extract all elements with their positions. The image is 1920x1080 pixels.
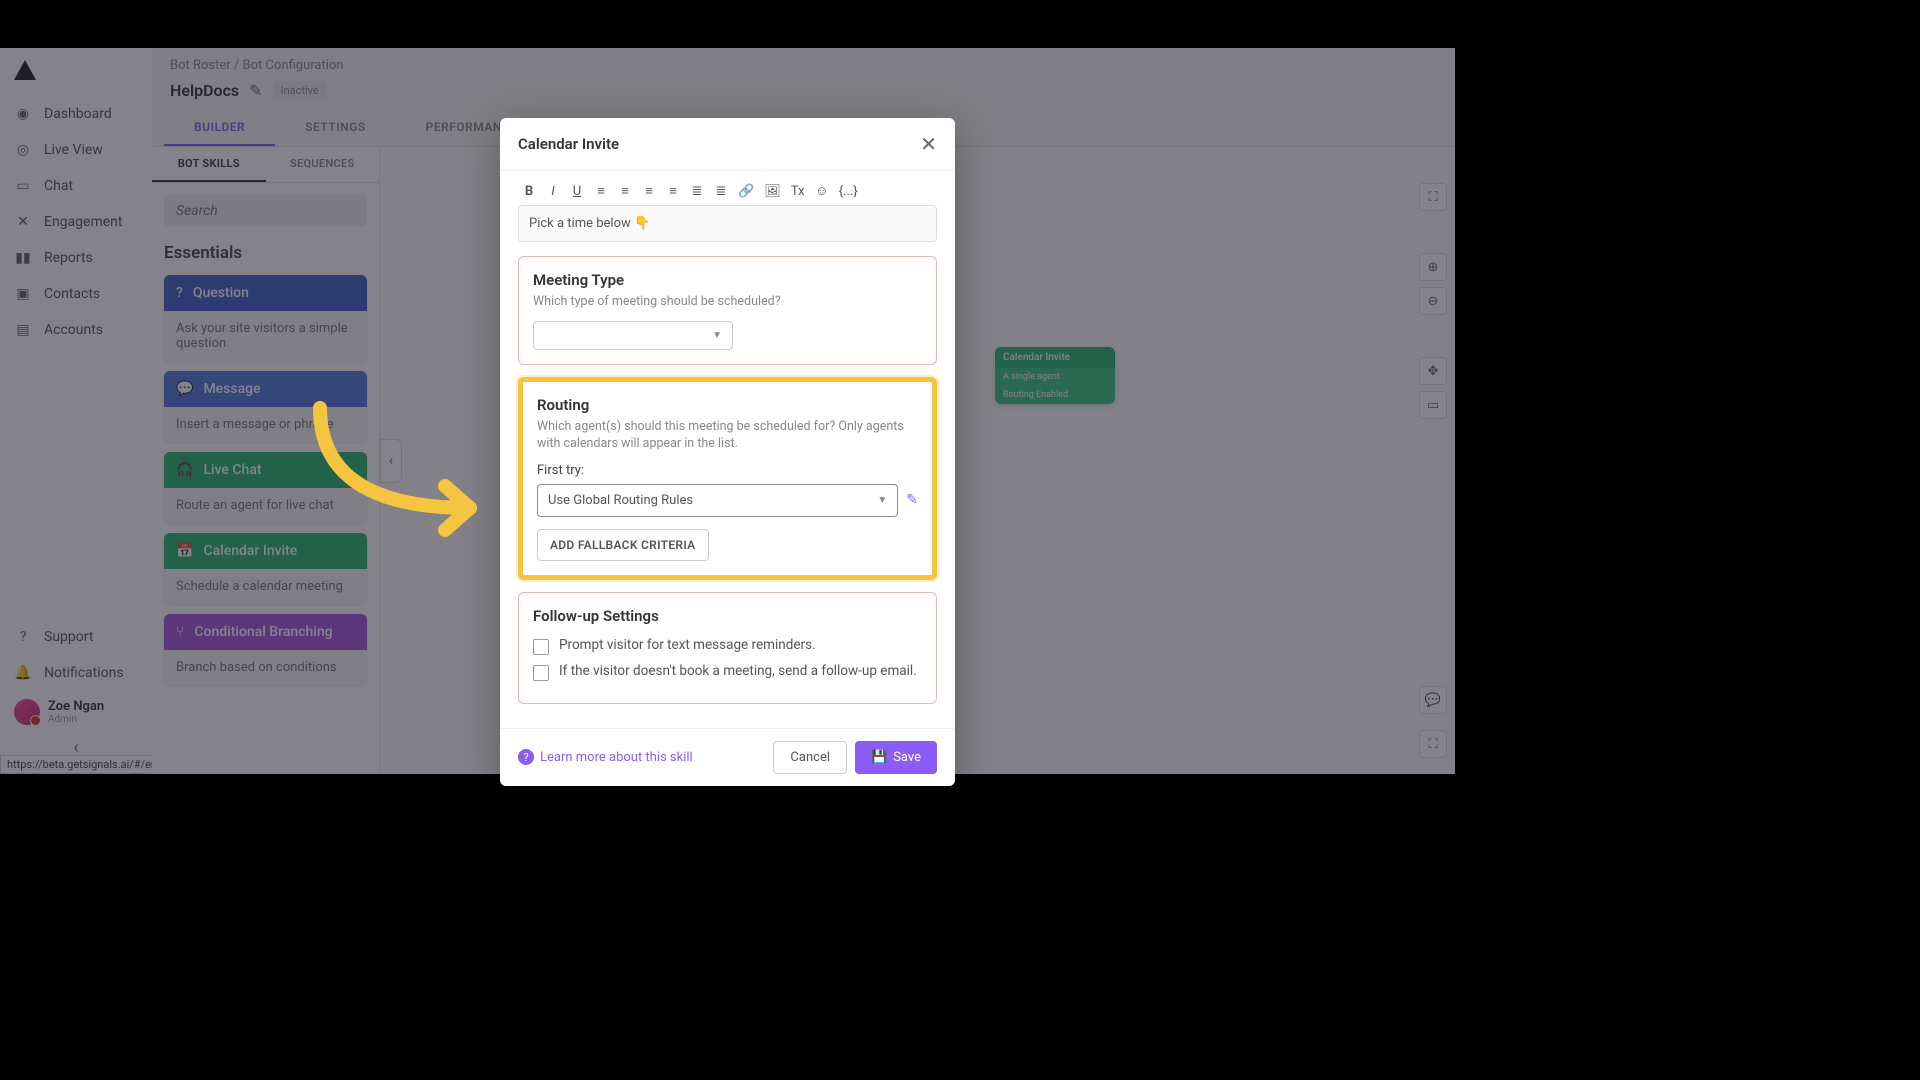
- sms-reminder-checkbox[interactable]: [533, 639, 549, 655]
- app-shell: ◉Dashboard ◎Live View ▭Chat ✕Engagement …: [0, 48, 1455, 774]
- merge-tag-icon[interactable]: {...}: [839, 184, 858, 199]
- routing-row: Use Global Routing Rules ▼ ✎: [537, 484, 918, 517]
- section-subtitle: Which agent(s) should this meeting be sc…: [537, 418, 918, 453]
- modal-title: Calendar Invite: [518, 135, 619, 153]
- link-icon[interactable]: 🔗: [738, 184, 754, 199]
- learn-more-label: Learn more about this skill: [540, 750, 693, 765]
- save-label: Save: [893, 750, 921, 765]
- modal-header: Calendar Invite ✕: [500, 118, 955, 171]
- checkbox-label: If the visitor doesn't book a meeting, s…: [559, 663, 917, 679]
- routing-section: Routing Which agent(s) should this meeti…: [518, 377, 937, 580]
- add-fallback-button[interactable]: ADD FALLBACK CRITERIA: [537, 529, 709, 561]
- help-icon: ?: [518, 749, 534, 765]
- check-row: If the visitor doesn't book a meeting, s…: [533, 663, 922, 681]
- rte-toolbar: B I U ≡ ≡ ≡ ≡ ≣ ≣ 🔗 🖼 Tx ☺ {...}: [518, 177, 937, 205]
- modal-footer: ? Learn more about this skill Cancel 💾 Sa…: [500, 728, 955, 786]
- modal-body: B I U ≡ ≡ ≡ ≡ ≣ ≣ 🔗 🖼 Tx ☺ {...} Pick a …: [500, 171, 955, 728]
- save-modal-button[interactable]: 💾 Save: [855, 741, 937, 774]
- close-button[interactable]: ✕: [920, 132, 937, 156]
- bold-button[interactable]: B: [522, 184, 536, 199]
- save-icon: 💾: [871, 750, 887, 765]
- calendar-invite-modal: Calendar Invite ✕ B I U ≡ ≡ ≡ ≡ ≣ ≣ 🔗 🖼 …: [500, 118, 955, 786]
- meeting-type-select[interactable]: ▼: [533, 321, 733, 350]
- check-row: Prompt visitor for text message reminder…: [533, 637, 922, 655]
- section-title: Routing: [537, 396, 918, 414]
- footer-buttons: Cancel 💾 Save: [773, 741, 937, 774]
- image-icon[interactable]: 🖼: [764, 184, 781, 199]
- checkbox-label: Prompt visitor for text message reminder…: [559, 637, 816, 653]
- emoji-icon[interactable]: ☺: [815, 183, 829, 199]
- meeting-type-section: Meeting Type Which type of meeting shoul…: [518, 256, 937, 365]
- routing-select[interactable]: Use Global Routing Rules ▼: [537, 484, 898, 517]
- followup-section: Follow-up Settings Prompt visitor for te…: [518, 592, 937, 704]
- first-try-label: First try:: [537, 463, 918, 478]
- underline-button[interactable]: U: [570, 184, 584, 199]
- select-value: Use Global Routing Rules: [548, 493, 693, 508]
- align-center-icon[interactable]: ≡: [618, 183, 632, 199]
- italic-button[interactable]: I: [546, 184, 560, 199]
- rte-editor[interactable]: Pick a time below 👇: [518, 205, 937, 242]
- chevron-down-icon: ▼: [877, 495, 887, 506]
- ordered-list-icon[interactable]: ≣: [690, 184, 704, 199]
- align-right-icon[interactable]: ≡: [642, 183, 656, 199]
- section-title: Meeting Type: [533, 271, 922, 289]
- clear-format-icon[interactable]: Tx: [791, 184, 805, 199]
- followup-email-checkbox[interactable]: [533, 665, 549, 681]
- unordered-list-icon[interactable]: ≣: [714, 184, 728, 199]
- cancel-button[interactable]: Cancel: [773, 741, 847, 774]
- align-justify-icon[interactable]: ≡: [666, 183, 680, 199]
- section-subtitle: Which type of meeting should be schedule…: [533, 293, 922, 311]
- edit-routing-icon[interactable]: ✎: [906, 492, 918, 508]
- align-left-icon[interactable]: ≡: [594, 183, 608, 199]
- section-title: Follow-up Settings: [533, 607, 922, 625]
- learn-more-link[interactable]: ? Learn more about this skill: [518, 749, 693, 765]
- chevron-down-icon: ▼: [712, 330, 722, 341]
